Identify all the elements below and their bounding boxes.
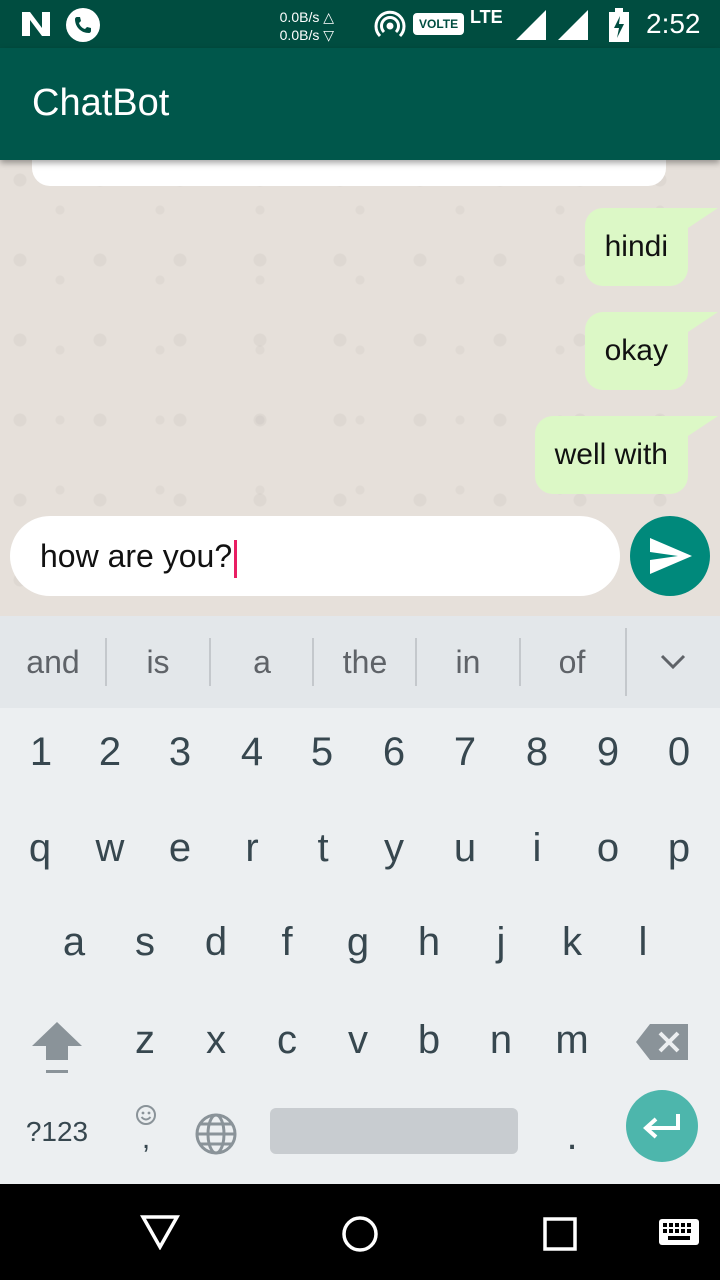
suggestion[interactable]: is [106,616,210,708]
key-6[interactable]: 6 [358,716,430,788]
key-l[interactable]: l [607,906,679,978]
message-input-value: how are you? [40,538,233,574]
keyboard: and is a the in of 1 2 3 4 5 6 7 8 9 0 q… [0,616,720,1184]
chat-area[interactable]: hindi okay well with how are you? [0,160,720,616]
key-g[interactable]: g [322,906,394,978]
enter-icon [643,1114,680,1139]
message-input[interactable]: how are you? [10,516,620,596]
key-u[interactable]: u [429,812,501,884]
suggestion[interactable]: in [416,616,520,708]
key-j[interactable]: j [465,906,537,978]
app-title: ChatBot [32,82,170,124]
clock: 2:52 [646,8,701,39]
battery-charging-icon [609,8,629,42]
suggestion-strip: and is a the in of [0,616,720,708]
notification-n-icon [22,12,50,36]
key-7[interactable]: 7 [429,716,501,788]
key-a[interactable]: a [38,906,110,978]
key-t[interactable]: t [287,812,359,884]
signal-icon [516,10,546,40]
user-message: okay [584,312,719,390]
key-p[interactable]: p [643,812,715,884]
key-2[interactable]: 2 [74,716,146,788]
back-icon[interactable] [140,1214,180,1250]
navigation-bar [0,1184,720,1280]
key-comma: , [141,1122,151,1155]
suggestion[interactable]: a [210,616,314,708]
key-r[interactable]: r [216,812,288,884]
send-icon [650,538,692,574]
download-speed: 0.0B/s ▽ [279,27,334,43]
text-caret [234,539,238,578]
emoji-comma-key[interactable]: , [128,1100,164,1160]
user-message: well with [534,416,719,494]
hotspot-icon [374,10,406,38]
key-c[interactable]: c [251,1004,323,1076]
key-h[interactable]: h [393,906,465,978]
bot-message-bubble [32,160,666,186]
globe-icon[interactable] [194,1112,238,1156]
chevron-down-icon[interactable] [660,654,686,670]
volte-badge: VOLTE [413,13,465,35]
shift-icon[interactable] [30,1020,84,1076]
key-3[interactable]: 3 [144,716,216,788]
key-m[interactable]: m [536,1004,608,1076]
signal-icon-2 [558,10,588,40]
phone-call-icon [66,8,100,42]
key-o[interactable]: o [572,812,644,884]
keyboard-icon[interactable] [658,1218,700,1246]
key-q[interactable]: q [4,812,76,884]
recents-icon[interactable] [542,1216,578,1252]
key-n[interactable]: n [465,1004,537,1076]
key-y[interactable]: y [358,812,430,884]
divider [625,628,627,696]
space-bar[interactable] [270,1108,518,1154]
key-e[interactable]: e [144,812,216,884]
status-bar: 0.0B/s △ 0.0B/s ▽ VOLTE LTE 2:52 [0,0,720,48]
suggestion[interactable]: of [520,616,624,708]
key-b[interactable]: b [393,1004,465,1076]
message-input-text[interactable]: how are you? [40,536,238,578]
key-x[interactable]: x [180,1004,252,1076]
key-1[interactable]: 1 [5,716,77,788]
key-v[interactable]: v [322,1004,394,1076]
key-5[interactable]: 5 [286,716,358,788]
enter-button[interactable] [626,1090,698,1162]
key-period[interactable]: . [536,1100,608,1172]
network-speed: 0.0B/s △ 0.0B/s ▽ [250,8,334,44]
home-icon[interactable] [340,1214,380,1254]
key-k[interactable]: k [536,906,608,978]
key-z[interactable]: z [109,1004,181,1076]
key-i[interactable]: i [501,812,573,884]
key-symbols[interactable]: ?123 [16,1096,98,1168]
network-type: LTE [470,7,503,27]
key-8[interactable]: 8 [501,716,573,788]
key-4[interactable]: 4 [216,716,288,788]
key-s[interactable]: s [109,906,181,978]
suggestion[interactable]: the [313,616,417,708]
key-d[interactable]: d [180,906,252,978]
key-f[interactable]: f [251,906,323,978]
app-bar: ChatBot [0,48,720,160]
suggestion[interactable]: and [0,616,106,708]
upload-speed: 0.0B/s △ [279,9,334,25]
key-9[interactable]: 9 [572,716,644,788]
user-message: hindi [584,208,719,286]
backspace-icon[interactable] [636,1024,688,1060]
key-w[interactable]: w [74,812,146,884]
key-0[interactable]: 0 [643,716,715,788]
send-button[interactable] [630,516,710,596]
